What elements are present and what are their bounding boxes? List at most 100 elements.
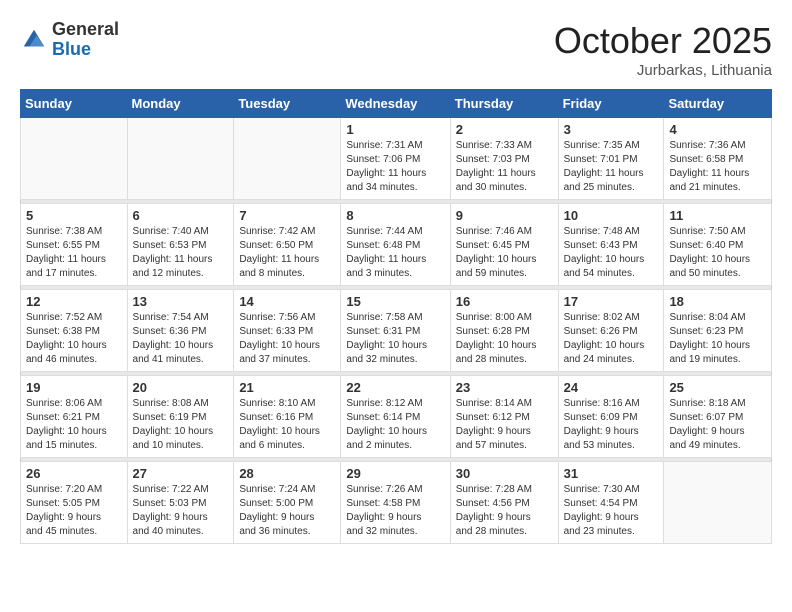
day-info: Sunrise: 7:36 AM Sunset: 6:58 PM Dayligh…: [669, 139, 766, 195]
calendar-week-row: 12 Sunrise: 7:52 AM Sunset: 6:38 PM Dayli…: [21, 290, 772, 372]
day-number: 4: [669, 122, 766, 137]
day-number: 20: [133, 380, 229, 395]
day-number: 3: [564, 122, 659, 137]
day-info: Sunrise: 7:58 AM Sunset: 6:31 PM Dayligh…: [346, 311, 444, 367]
day-info: Sunrise: 7:42 AM Sunset: 6:50 PM Dayligh…: [239, 225, 335, 281]
day-info: Sunrise: 7:33 AM Sunset: 7:03 PM Dayligh…: [456, 139, 553, 195]
day-info: Sunrise: 7:46 AM Sunset: 6:45 PM Dayligh…: [456, 225, 553, 281]
location-label: Jurbarkas, Lithuania: [554, 62, 772, 79]
day-number: 26: [26, 466, 122, 481]
calendar-day-cell: 19 Sunrise: 8:06 AM Sunset: 6:21 PM Dayli…: [21, 376, 128, 458]
day-number: 12: [26, 294, 122, 309]
logo-icon: [20, 26, 48, 54]
day-info: Sunrise: 7:22 AM Sunset: 5:03 PM Dayligh…: [133, 483, 229, 539]
day-info: Sunrise: 7:54 AM Sunset: 6:36 PM Dayligh…: [133, 311, 229, 367]
day-number: 7: [239, 208, 335, 223]
day-info: Sunrise: 8:06 AM Sunset: 6:21 PM Dayligh…: [26, 397, 122, 453]
day-number: 10: [564, 208, 659, 223]
month-title: October 2025: [554, 20, 772, 62]
calendar-day-cell: 20 Sunrise: 8:08 AM Sunset: 6:19 PM Dayli…: [127, 376, 234, 458]
calendar-day-cell: [21, 118, 128, 200]
day-number: 29: [346, 466, 444, 481]
calendar-day-cell: 24 Sunrise: 8:16 AM Sunset: 6:09 PM Dayli…: [558, 376, 664, 458]
calendar-day-cell: 5 Sunrise: 7:38 AM Sunset: 6:55 PM Daylig…: [21, 204, 128, 286]
logo-general-text: General: [52, 19, 119, 39]
day-info: Sunrise: 8:02 AM Sunset: 6:26 PM Dayligh…: [564, 311, 659, 367]
calendar-week-row: 5 Sunrise: 7:38 AM Sunset: 6:55 PM Daylig…: [21, 204, 772, 286]
day-info: Sunrise: 8:10 AM Sunset: 6:16 PM Dayligh…: [239, 397, 335, 453]
calendar-day-cell: 15 Sunrise: 7:58 AM Sunset: 6:31 PM Dayli…: [341, 290, 450, 372]
calendar-day-cell: 7 Sunrise: 7:42 AM Sunset: 6:50 PM Daylig…: [234, 204, 341, 286]
day-info: Sunrise: 7:26 AM Sunset: 4:58 PM Dayligh…: [346, 483, 444, 539]
day-info: Sunrise: 7:56 AM Sunset: 6:33 PM Dayligh…: [239, 311, 335, 367]
day-number: 17: [564, 294, 659, 309]
weekday-header-friday: Friday: [558, 90, 664, 118]
day-info: Sunrise: 7:30 AM Sunset: 4:54 PM Dayligh…: [564, 483, 659, 539]
calendar-day-cell: 4 Sunrise: 7:36 AM Sunset: 6:58 PM Daylig…: [664, 118, 772, 200]
day-info: Sunrise: 7:40 AM Sunset: 6:53 PM Dayligh…: [133, 225, 229, 281]
calendar-week-row: 19 Sunrise: 8:06 AM Sunset: 6:21 PM Dayli…: [21, 376, 772, 458]
day-number: 25: [669, 380, 766, 395]
calendar-day-cell: 10 Sunrise: 7:48 AM Sunset: 6:43 PM Dayli…: [558, 204, 664, 286]
calendar-day-cell: 12 Sunrise: 7:52 AM Sunset: 6:38 PM Dayli…: [21, 290, 128, 372]
day-info: Sunrise: 7:52 AM Sunset: 6:38 PM Dayligh…: [26, 311, 122, 367]
calendar-day-cell: 29 Sunrise: 7:26 AM Sunset: 4:58 PM Dayli…: [341, 462, 450, 544]
day-info: Sunrise: 7:35 AM Sunset: 7:01 PM Dayligh…: [564, 139, 659, 195]
day-info: Sunrise: 7:50 AM Sunset: 6:40 PM Dayligh…: [669, 225, 766, 281]
day-number: 24: [564, 380, 659, 395]
day-info: Sunrise: 8:08 AM Sunset: 6:19 PM Dayligh…: [133, 397, 229, 453]
day-number: 28: [239, 466, 335, 481]
day-number: 11: [669, 208, 766, 223]
day-number: 9: [456, 208, 553, 223]
weekday-header-tuesday: Tuesday: [234, 90, 341, 118]
calendar-day-cell: [234, 118, 341, 200]
calendar-day-cell: 25 Sunrise: 8:18 AM Sunset: 6:07 PM Dayli…: [664, 376, 772, 458]
weekday-header-row: SundayMondayTuesdayWednesdayThursdayFrid…: [21, 90, 772, 118]
calendar-day-cell: 11 Sunrise: 7:50 AM Sunset: 6:40 PM Dayli…: [664, 204, 772, 286]
calendar-day-cell: 23 Sunrise: 8:14 AM Sunset: 6:12 PM Dayli…: [450, 376, 558, 458]
day-info: Sunrise: 7:44 AM Sunset: 6:48 PM Dayligh…: [346, 225, 444, 281]
day-number: 16: [456, 294, 553, 309]
calendar-day-cell: 14 Sunrise: 7:56 AM Sunset: 6:33 PM Dayli…: [234, 290, 341, 372]
day-info: Sunrise: 8:00 AM Sunset: 6:28 PM Dayligh…: [456, 311, 553, 367]
calendar-day-cell: 22 Sunrise: 8:12 AM Sunset: 6:14 PM Dayli…: [341, 376, 450, 458]
day-info: Sunrise: 8:18 AM Sunset: 6:07 PM Dayligh…: [669, 397, 766, 453]
day-info: Sunrise: 7:20 AM Sunset: 5:05 PM Dayligh…: [26, 483, 122, 539]
day-number: 30: [456, 466, 553, 481]
day-number: 2: [456, 122, 553, 137]
day-number: 5: [26, 208, 122, 223]
day-info: Sunrise: 8:12 AM Sunset: 6:14 PM Dayligh…: [346, 397, 444, 453]
calendar-week-row: 26 Sunrise: 7:20 AM Sunset: 5:05 PM Dayli…: [21, 462, 772, 544]
calendar-day-cell: 9 Sunrise: 7:46 AM Sunset: 6:45 PM Daylig…: [450, 204, 558, 286]
day-number: 19: [26, 380, 122, 395]
day-info: Sunrise: 7:48 AM Sunset: 6:43 PM Dayligh…: [564, 225, 659, 281]
calendar-day-cell: 26 Sunrise: 7:20 AM Sunset: 5:05 PM Dayli…: [21, 462, 128, 544]
day-number: 31: [564, 466, 659, 481]
calendar-day-cell: [664, 462, 772, 544]
day-number: 23: [456, 380, 553, 395]
calendar-day-cell: 16 Sunrise: 8:00 AM Sunset: 6:28 PM Dayli…: [450, 290, 558, 372]
day-info: Sunrise: 7:31 AM Sunset: 7:06 PM Dayligh…: [346, 139, 444, 195]
day-number: 1: [346, 122, 444, 137]
day-info: Sunrise: 7:24 AM Sunset: 5:00 PM Dayligh…: [239, 483, 335, 539]
calendar-table: SundayMondayTuesdayWednesdayThursdayFrid…: [20, 89, 772, 544]
calendar-day-cell: 18Sunrise: 8:04 AM Sunset: 6:23 PM Dayli…: [664, 290, 772, 372]
day-number: 27: [133, 466, 229, 481]
day-info: Sunrise: 8:16 AM Sunset: 6:09 PM Dayligh…: [564, 397, 659, 453]
day-info: Sunrise: 8:14 AM Sunset: 6:12 PM Dayligh…: [456, 397, 553, 453]
calendar-day-cell: 2 Sunrise: 7:33 AM Sunset: 7:03 PM Daylig…: [450, 118, 558, 200]
day-info: Sunrise: 7:38 AM Sunset: 6:55 PM Dayligh…: [26, 225, 122, 281]
day-number: 22: [346, 380, 444, 395]
calendar-day-cell: 6Sunrise: 7:40 AM Sunset: 6:53 PM Daylig…: [127, 204, 234, 286]
calendar-day-cell: 17 Sunrise: 8:02 AM Sunset: 6:26 PM Dayli…: [558, 290, 664, 372]
logo: General Blue: [20, 20, 119, 60]
weekday-header-sunday: Sunday: [21, 90, 128, 118]
calendar-day-cell: [127, 118, 234, 200]
day-info: Sunrise: 7:28 AM Sunset: 4:56 PM Dayligh…: [456, 483, 553, 539]
day-number: 8: [346, 208, 444, 223]
weekday-header-saturday: Saturday: [664, 90, 772, 118]
calendar-day-cell: 30 Sunrise: 7:28 AM Sunset: 4:56 PM Dayli…: [450, 462, 558, 544]
day-number: 15: [346, 294, 444, 309]
day-number: 14: [239, 294, 335, 309]
day-number: 21: [239, 380, 335, 395]
